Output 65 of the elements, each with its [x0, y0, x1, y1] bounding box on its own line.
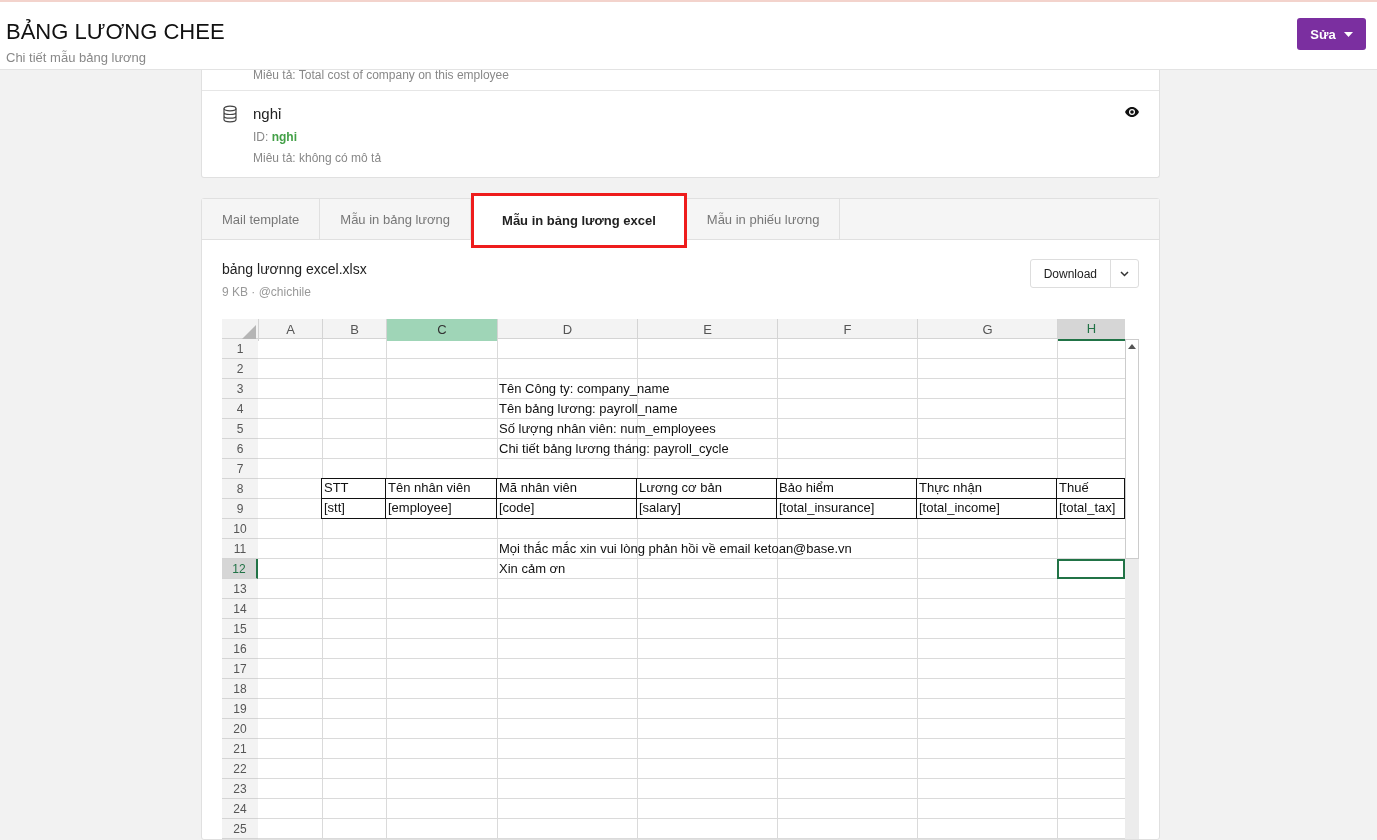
row-header[interactable]: 5 — [222, 419, 258, 439]
row-header[interactable]: 14 — [222, 599, 258, 619]
table-cell: Thuế — [1056, 478, 1125, 499]
field-description: Miêu tả: không có mô tả — [253, 150, 383, 167]
table-cell: [total_income] — [916, 498, 1057, 519]
sheet-cell-text: Số lượng nhân viên: num_employees — [498, 420, 717, 438]
row-header[interactable]: 6 — [222, 439, 258, 459]
row-header[interactable]: 24 — [222, 799, 258, 819]
column-header[interactable]: D — [497, 319, 637, 341]
sheet-cell-text: Xin cảm ơn — [498, 560, 567, 578]
database-icon — [222, 104, 238, 123]
edit-button[interactable]: Sửa — [1297, 18, 1366, 51]
selected-cell[interactable] — [1057, 559, 1125, 579]
table-cell: Tên nhân viên — [385, 478, 497, 499]
field-description: Miêu tả: Total cost of company on this employee — [253, 68, 509, 81]
row-header[interactable]: 13 — [222, 579, 258, 599]
row-header[interactable]: 19 — [222, 699, 258, 719]
eye-icon[interactable] — [1125, 106, 1139, 117]
row-header[interactable]: 9 — [222, 499, 258, 519]
page-subtitle: Chi tiết mẫu bảng lương — [6, 49, 148, 68]
tab[interactable]: Mẫu in phiếu lương — [686, 199, 841, 240]
row-header[interactable]: 25 — [222, 819, 258, 839]
page-title: BẢNG LƯƠNG CHEE — [6, 18, 225, 47]
column-header[interactable]: A — [258, 319, 322, 341]
chevron-icon — [1120, 270, 1129, 277]
row-header[interactable]: 18 — [222, 679, 258, 699]
row-header[interactable]: 16 — [222, 639, 258, 659]
row-header[interactable]: 15 — [222, 619, 258, 639]
table-cell: [total_tax] — [1056, 498, 1125, 519]
caret-icon — [1343, 31, 1353, 37]
row-header[interactable]: 1 — [222, 339, 258, 359]
row-header[interactable]: 3 — [222, 379, 258, 399]
column-header[interactable]: H — [1057, 319, 1125, 341]
table-cell: [employee] — [385, 498, 497, 519]
row-header[interactable]: 17 — [222, 659, 258, 679]
row-header[interactable]: 20 — [222, 719, 258, 739]
row-header[interactable]: 12 — [222, 559, 258, 579]
sheet-cell-text: Mọi thắc mắc xin vui lòng phản hồi về email ketoan@base.vn — [498, 540, 853, 558]
table-cell: [salary] — [636, 498, 777, 519]
vertical-scrollbar[interactable] — [1125, 339, 1139, 839]
row-header[interactable]: 2 — [222, 359, 258, 379]
tab[interactable]: Mail template — [202, 199, 321, 240]
field-name: nghỉ — [253, 103, 283, 124]
row-header[interactable]: 21 — [222, 739, 258, 759]
column-header[interactable]: C — [386, 319, 497, 341]
row-header[interactable]: 23 — [222, 779, 258, 799]
sheet-cell-text: Tên bảng lương: payroll_name — [498, 400, 679, 418]
sheet-cell-text: Tên Công ty: company_name — [498, 380, 671, 398]
scroll-up-icon[interactable] — [1128, 344, 1136, 349]
sheet-cell-text: Chi tiết bảng lương tháng: payroll_cycle — [498, 440, 730, 458]
file-name: bảng lươnng excel.xlsx — [222, 260, 367, 279]
table-cell: [total_insurance] — [776, 498, 917, 519]
row-header[interactable]: 4 — [222, 399, 258, 419]
row-header[interactable]: 11 — [222, 539, 258, 559]
file-meta: 9 KB · @chichile — [222, 284, 312, 301]
column-header[interactable]: E — [637, 319, 777, 341]
table-cell: [code] — [496, 498, 637, 519]
row-header[interactable]: 22 — [222, 759, 258, 779]
row-header[interactable]: 10 — [222, 519, 258, 539]
column-header[interactable]: F — [777, 319, 917, 341]
table-cell: [stt] — [321, 498, 386, 519]
tab[interactable]: Mẫu in bảng lương excel — [471, 193, 687, 248]
field-id: ID: nghi — [253, 129, 298, 146]
row-header[interactable]: 7 — [222, 459, 258, 479]
row-header[interactable]: 8 — [222, 479, 258, 499]
